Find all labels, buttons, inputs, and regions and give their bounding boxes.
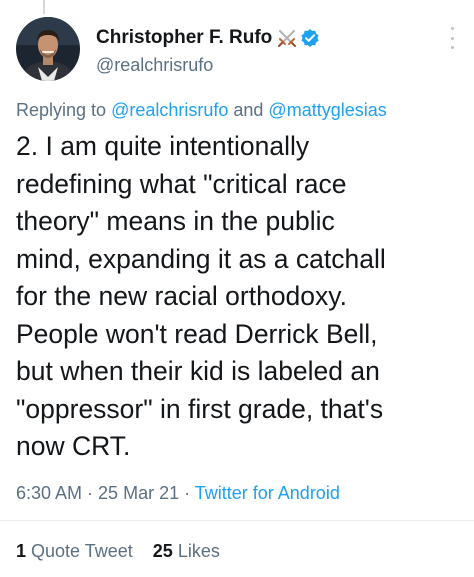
quote-count: 1 — [16, 541, 27, 561]
author-display-name[interactable]: Christopher F. Rufo — [96, 27, 272, 49]
tweet-stats: 1 Quote Tweet 25 Likes — [16, 541, 220, 562]
tweet-time[interactable]: 6:30 AM — [16, 483, 82, 503]
author-name-row: Christopher F. Rufo — [96, 25, 320, 51]
meta-separator: · — [82, 483, 99, 503]
stats-divider — [0, 520, 474, 521]
replying-to: Replying to @realchrisrufo and @mattygle… — [16, 100, 387, 121]
replying-joiner: and — [228, 100, 269, 120]
avatar[interactable] — [16, 17, 80, 81]
tweet-header: Christopher F. Rufo @realchrisrufo — [16, 17, 458, 85]
replying-user-link[interactable]: @mattyglesias — [268, 100, 386, 120]
tweet-text: 2. I am quite intentionally redefining w… — [16, 131, 386, 461]
author-handle[interactable]: @realchrisrufo — [96, 55, 320, 76]
replying-user-link[interactable]: @realchrisrufo — [111, 100, 228, 120]
tweet-client-link[interactable]: Twitter for Android — [195, 483, 340, 503]
verified-badge-icon — [300, 28, 320, 48]
like-label: Likes — [177, 541, 220, 561]
quote-tweets-stat[interactable]: 1 Quote Tweet — [16, 541, 133, 561]
likes-stat[interactable]: 25 Likes — [153, 541, 220, 561]
thread-connector-line — [43, 0, 45, 14]
replying-prefix: Replying to — [16, 100, 112, 120]
more-options-icon[interactable] — [448, 27, 456, 49]
tweet-date[interactable]: 25 Mar 21 — [98, 483, 179, 503]
quote-label: Quote Tweet — [31, 541, 133, 561]
like-count: 25 — [152, 541, 173, 561]
crossed-swords-icon — [277, 28, 297, 48]
tweet-metadata: 6:30 AM · 25 Mar 21 · Twitter for Androi… — [16, 483, 340, 504]
meta-separator: · — [179, 483, 195, 503]
author-names: Christopher F. Rufo @realchrisrufo — [96, 25, 320, 76]
